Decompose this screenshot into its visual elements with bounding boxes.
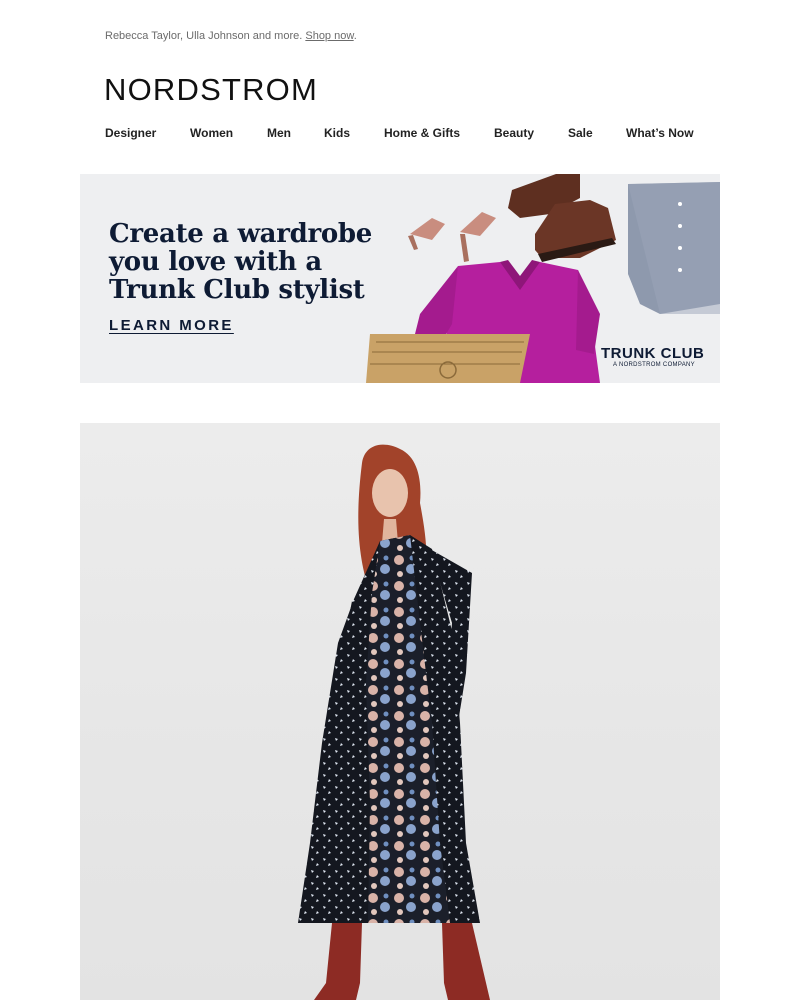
nav-item-whats-now[interactable]: What’s Now [626,126,694,140]
nav-item-sale[interactable]: Sale [568,126,626,140]
nav-item-designer[interactable]: Designer [105,126,190,140]
trunk-club-tagline: A NORDSTROM COMPANY [613,362,695,368]
trunk-club-box-image [366,334,530,383]
trunk-club-logo: TRUNK CLUB [601,345,705,362]
trunk-club-banner[interactable]: Create a wardrobe you love with a Trunk … [80,174,720,383]
folded-shirt-image [628,182,720,314]
preheader-suffix: . [353,30,357,42]
nav-item-beauty[interactable]: Beauty [494,126,568,140]
main-nav: Designer Women Men Kids Home & Gifts Bea… [105,126,694,140]
hero-image[interactable] [80,423,720,1000]
model-floral-dress-image [298,444,490,1000]
nordstrom-logo[interactable]: NORDSTROM [104,72,318,108]
nav-item-kids[interactable]: Kids [324,126,384,140]
brown-boots-image [508,174,616,262]
nav-item-men[interactable]: Men [267,126,324,140]
preheader-text: Rebecca Taylor, Ulla Johnson and more. [105,30,306,42]
shop-now-link[interactable]: Shop now [305,30,353,42]
preheader: Rebecca Taylor, Ulla Johnson and more. S… [105,30,357,42]
nav-item-women[interactable]: Women [190,126,267,140]
nav-item-home-gifts[interactable]: Home & Gifts [384,126,494,140]
pink-heels-image [408,212,496,262]
